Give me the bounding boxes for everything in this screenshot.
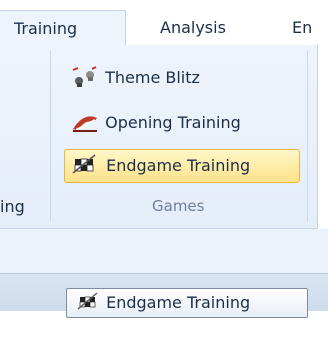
tab-analysis-label: Analysis (160, 18, 226, 37)
endgame-training-icon (71, 153, 101, 177)
group-separator-left (50, 51, 51, 221)
tab-training-label: Training (14, 19, 78, 38)
content-area-strip (0, 229, 328, 273)
endgame-training-tooltip: Endgame Training (66, 288, 308, 318)
tab-engine-partial-label: En (292, 18, 313, 37)
endgame-training-tooltip-label: Endgame Training (106, 293, 251, 312)
tab-analysis[interactable]: Analysis (160, 10, 226, 46)
theme-blitz-label: Theme Blitz (105, 68, 200, 87)
opening-training-icon (70, 110, 100, 134)
theme-blitz-button[interactable]: Theme Blitz (64, 63, 200, 93)
endgame-training-tooltip-icon (77, 292, 101, 312)
left-group-label: ing (0, 197, 25, 216)
endgame-training-label: Endgame Training (106, 156, 251, 175)
opening-training-label: Opening Training (105, 113, 241, 132)
theme-blitz-icon (70, 65, 100, 89)
tab-engine-partial[interactable]: En (292, 10, 312, 46)
ribbon-tab-strip: Training Analysis En (0, 0, 328, 46)
opening-training-button[interactable]: Opening Training (64, 108, 241, 138)
games-group-label: Games (152, 197, 205, 215)
ribbon-panel: ing Theme Blitz Opening Training Endgame… (0, 45, 318, 229)
group-separator-right (307, 51, 308, 221)
endgame-training-button[interactable]: Endgame Training (64, 149, 300, 183)
tab-training[interactable]: Training (0, 10, 126, 46)
